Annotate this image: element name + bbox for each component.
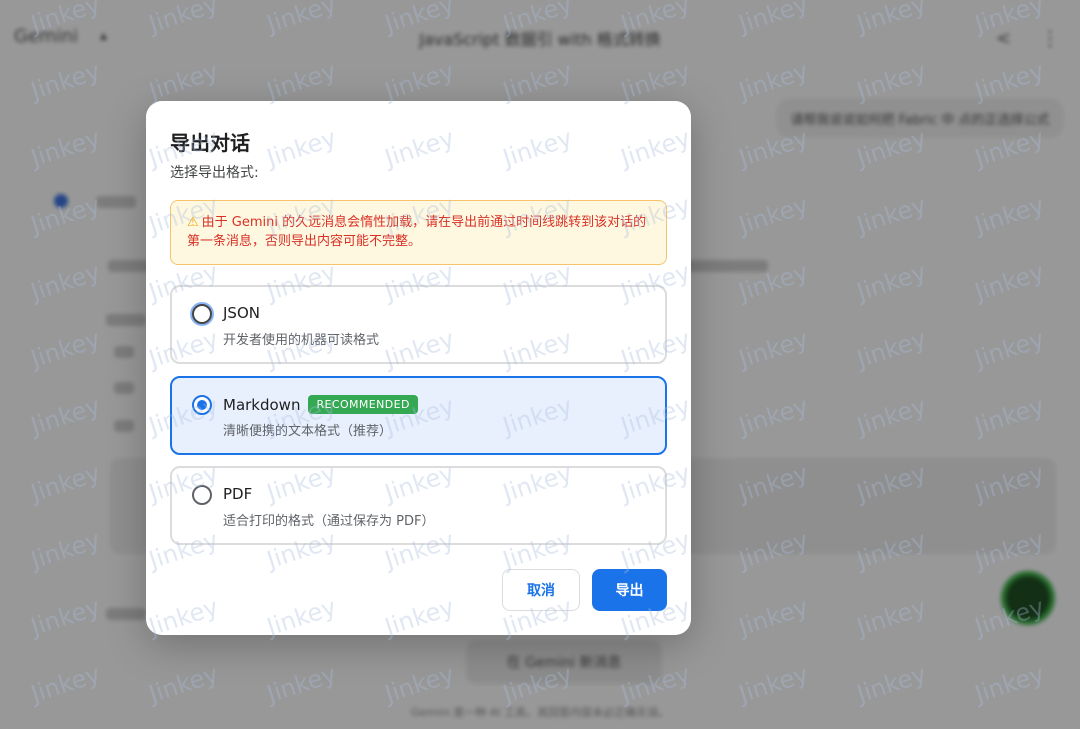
option-label-pdf: PDF: [223, 485, 253, 503]
option-desc-pdf: 适合打印的格式（通过保存为 PDF）: [223, 514, 435, 529]
export-button[interactable]: 导出: [592, 569, 667, 611]
format-option-pdf[interactable]: PDF 适合打印的格式（通过保存为 PDF）: [170, 466, 667, 545]
warning-text: 由于 Gemini 的久远消息会惰性加载，请在导出前通过时间线跳转到该对话的第一…: [187, 215, 647, 249]
option-label-markdown: Markdown: [223, 395, 301, 414]
cancel-button[interactable]: 取消: [502, 569, 580, 611]
dialog-subtitle: 选择导出格式:: [170, 165, 259, 181]
warning-icon: ⚠: [187, 215, 199, 230]
dialog-title: 导出对话: [170, 131, 250, 155]
option-desc-markdown: 清晰便携的文本格式（推荐）: [223, 424, 393, 439]
recommended-badge: RECOMMENDED: [308, 395, 418, 414]
radio-json[interactable]: [192, 304, 212, 324]
radio-pdf[interactable]: [192, 485, 212, 505]
option-desc-json: 开发者使用的机器可读格式: [223, 333, 380, 348]
format-option-markdown[interactable]: Markdown RECOMMENDED 清晰便携的文本格式（推荐）: [170, 376, 667, 455]
format-option-json[interactable]: JSON 开发者使用的机器可读格式: [170, 285, 667, 364]
lazy-load-warning: ⚠ 由于 Gemini 的久远消息会惰性加载，请在导出前通过时间线跳转到该对话的第…: [170, 200, 667, 265]
radio-markdown[interactable]: [192, 395, 212, 415]
export-dialog: 导出对话 选择导出格式: ⚠ 由于 Gemini 的久远消息会惰性加载，请在导出前…: [146, 101, 691, 635]
option-label-json: JSON: [223, 304, 260, 322]
